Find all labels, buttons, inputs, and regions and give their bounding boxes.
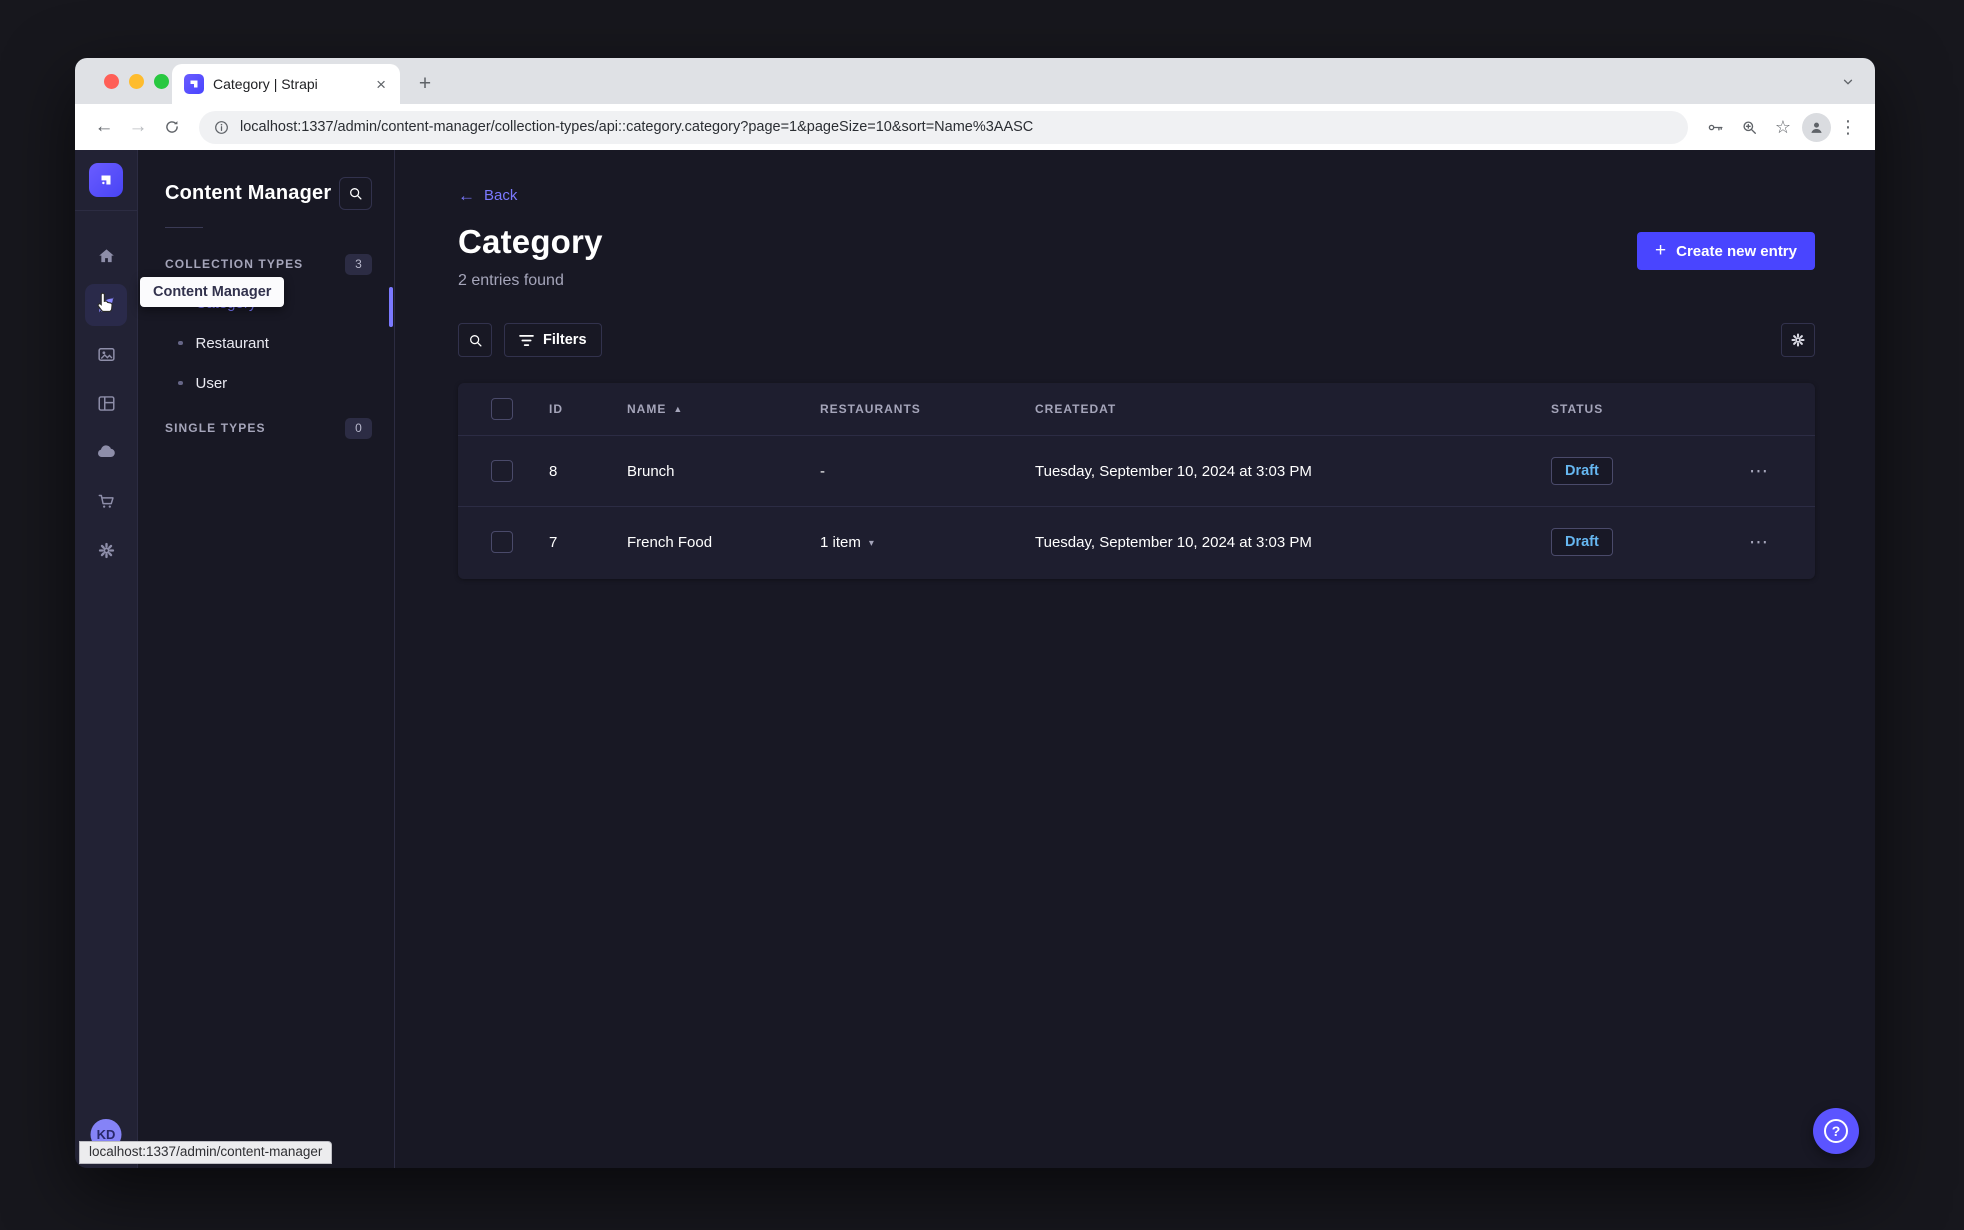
strapi-logo[interactable] [89,163,123,197]
column-header-status[interactable]: STATUS [1551,402,1737,416]
single-types-count-badge: 0 [345,417,372,439]
nav-settings-gear-icon[interactable] [85,529,127,571]
back-label: Back [484,187,518,204]
browser-tab-bar: Category | Strapi × + [75,58,1875,104]
nav-home-icon[interactable] [85,235,127,277]
mouse-cursor [93,290,117,316]
create-new-entry-button[interactable]: + Create new entry [1637,232,1815,270]
url-text: localhost:1337/admin/content-manager/col… [240,119,1034,135]
sidebar-divider [75,210,138,211]
help-button[interactable]: ? [1813,1108,1859,1154]
zoom-magnifier-icon[interactable] [1734,112,1764,142]
active-item-indicator [389,287,393,327]
page-info-icon[interactable] [213,119,230,136]
status-badge: Draft [1551,457,1613,485]
forward-button[interactable]: → [123,112,153,142]
nav-hover-tooltip: Content Manager [140,277,285,307]
bookmark-star-icon[interactable]: ☆ [1768,112,1798,142]
nav-content-type-builder-icon[interactable] [85,382,127,424]
tab-search-chevron-icon[interactable] [1837,71,1859,93]
subnav-item-label: User [195,374,228,392]
create-new-entry-label: Create new entry [1676,242,1797,260]
row-actions-menu-icon[interactable]: ⋯ [1749,460,1769,483]
chevron-down-icon: ▾ [868,537,874,549]
traffic-lights [104,74,169,89]
single-types-label: SINGLE TYPES [165,421,266,435]
search-entries-button[interactable] [458,323,492,357]
browser-toolbar: ← → localhost:1337/admin/content-manager… [75,104,1875,150]
back-arrow-icon: ← [458,186,475,205]
table-header-row: ID NAME ▲ RESTAURANTS CREATEDAT STATUS [458,383,1815,435]
cell-restaurants: - [820,462,825,480]
bullet-icon [178,340,183,346]
question-mark-icon: ? [1824,1119,1848,1143]
status-badge: Draft [1551,528,1613,556]
single-types-section: SINGLE TYPES 0 [138,417,394,439]
plus-icon: + [1655,239,1667,261]
collection-types-label: COLLECTION TYPES [165,257,304,271]
maximize-window-button[interactable] [154,74,169,89]
filter-icon [519,334,534,346]
column-header-createdat[interactable]: CREATEDAT [1035,402,1551,416]
cell-createdat: Tuesday, September 10, 2024 at 3:03 PM [1035,462,1312,480]
sort-asc-icon: ▲ [673,404,684,414]
search-icon [350,188,362,200]
minimize-window-button[interactable] [129,74,144,89]
row-checkbox[interactable] [491,460,513,482]
password-key-icon[interactable] [1700,112,1730,142]
nav-cloud-icon[interactable] [85,431,127,473]
subnav-item-user[interactable]: User [138,363,394,403]
search-icon [469,334,482,347]
cell-name: Brunch [627,462,675,480]
table-row[interactable]: 7 French Food 1 item ▾ Tuesday, Septembe… [458,506,1815,577]
cell-createdat: Tuesday, September 10, 2024 at 3:03 PM [1035,533,1312,551]
tab-title: Category | Strapi [213,76,318,92]
subnav-search-button[interactable] [339,177,372,210]
subnav-item-restaurant[interactable]: Restaurant [138,323,394,363]
nav-marketplace-cart-icon[interactable] [85,480,127,522]
view-settings-button[interactable] [1781,323,1815,357]
browser-tab[interactable]: Category | Strapi × [172,64,400,104]
link-status-bubble: localhost:1337/admin/content-manager [79,1141,333,1164]
subnav-item-label: Restaurant [195,334,269,352]
close-window-button[interactable] [104,74,119,89]
column-header-name[interactable]: NAME ▲ [627,402,820,416]
collection-types-section: COLLECTION TYPES 3 [138,253,394,275]
nav-media-library-icon[interactable] [85,333,127,375]
collection-types-count-badge: 3 [345,253,372,275]
subnav-title: Content Manager [165,182,332,204]
gear-icon [1791,333,1805,347]
entries-table: ID NAME ▲ RESTAURANTS CREATEDAT STATUS 8… [458,383,1815,579]
tab-close-icon[interactable]: × [372,74,390,95]
main-content: ← Back Category 2 entries found + Create… [395,150,1875,1168]
new-tab-button[interactable]: + [410,69,440,99]
cell-id: 8 [549,462,558,480]
bullet-icon [178,380,183,386]
cell-name: French Food [627,533,713,551]
filters-label: Filters [543,332,587,348]
select-all-checkbox[interactable] [491,398,513,420]
subnav-divider [165,227,203,228]
filters-button[interactable]: Filters [504,323,602,357]
table-row[interactable]: 8 Brunch - Tuesday, September 10, 2024 a… [458,435,1815,506]
column-header-id[interactable]: ID [549,402,627,416]
cell-restaurants-dropdown[interactable]: 1 item ▾ [820,534,1035,551]
row-checkbox[interactable] [491,531,513,553]
column-header-restaurants[interactable]: RESTAURANTS [820,402,1035,416]
reload-button[interactable] [157,112,187,142]
cell-id: 7 [549,533,558,551]
row-actions-menu-icon[interactable]: ⋯ [1749,531,1769,554]
browser-profile-avatar[interactable] [1802,112,1831,142]
entries-count: 2 entries found [458,272,564,289]
back-link[interactable]: ← Back [458,187,517,204]
strapi-favicon-icon [184,74,204,94]
browser-window: Category | Strapi × + ← → localhost:1337… [75,58,1875,1168]
url-bar[interactable]: localhost:1337/admin/content-manager/col… [199,110,1688,144]
back-button[interactable]: ← [89,112,119,142]
browser-menu-kebab-icon[interactable]: ⋮ [1835,117,1861,138]
strapi-admin: KD Content Manager COLLECTION TYPES 3 Ca… [75,150,1875,1168]
page-title: Category [458,223,603,260]
